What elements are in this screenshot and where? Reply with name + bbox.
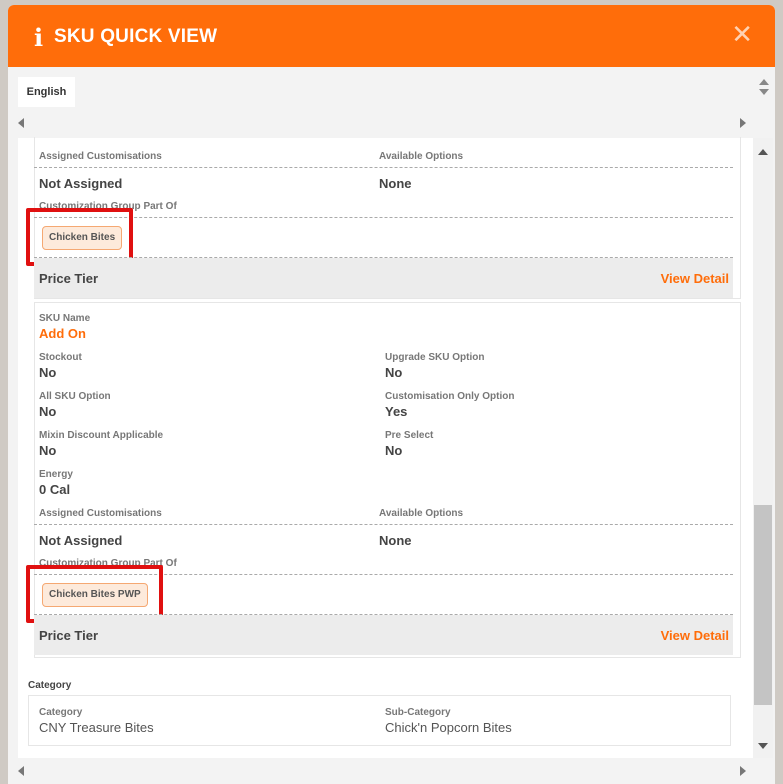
energy-value: 0 Cal: [39, 482, 71, 497]
sub-category-value: Chick'n Popcorn Bites: [385, 720, 512, 735]
available-options-label: Available Options: [379, 508, 464, 519]
pre-select-label: Pre Select: [385, 430, 434, 441]
price-tier-bar: Price Tier View Detail: [34, 615, 733, 655]
scroll-left-icon[interactable]: [18, 118, 24, 128]
assigned-customisations-label: Assigned Customisations: [39, 151, 162, 162]
scroll-right-icon[interactable]: [740, 118, 746, 128]
divider: [34, 167, 733, 168]
horizontal-scrollbar-top[interactable]: [16, 115, 748, 131]
category-label: Category: [39, 707, 83, 718]
all-sku-option-value: No: [39, 404, 57, 419]
horizontal-scrollbar-bottom[interactable]: [16, 763, 748, 779]
vertical-scrollbar[interactable]: [753, 138, 773, 758]
scroll-down-icon[interactable]: [758, 743, 768, 749]
tab-english[interactable]: English: [18, 77, 75, 107]
category-section-label: Category: [28, 680, 72, 691]
sku-name-value: Add On: [39, 326, 86, 341]
close-icon[interactable]: ✕: [731, 20, 753, 50]
available-options-value: None: [379, 533, 412, 548]
category-value: CNY Treasure Bites: [39, 720, 154, 735]
outer-vertical-scrollbar[interactable]: [757, 75, 771, 105]
available-options-label: Available Options: [379, 151, 464, 162]
divider: [34, 524, 733, 525]
view-detail-link[interactable]: View Detail: [661, 271, 729, 286]
scroll-up-icon[interactable]: [758, 149, 768, 155]
upgrade-sku-option-label: Upgrade SKU Option: [385, 352, 485, 363]
assigned-customisations-label: Assigned Customisations: [39, 508, 162, 519]
available-options-value: None: [379, 176, 412, 191]
sub-category-label: Sub-Category: [385, 707, 451, 718]
price-tier-bar: Price Tier View Detail: [34, 258, 733, 298]
mixin-discount-label: Mixin Discount Applicable: [39, 430, 164, 441]
energy-label: Energy: [39, 469, 73, 480]
scroll-right-icon[interactable]: [740, 766, 746, 776]
dialog-title: SKU QUICK VIEW: [54, 26, 218, 47]
stockout-label: Stockout: [39, 352, 82, 363]
sku-quick-view-dialog: i SKU QUICK VIEW ✕ English Assigned Cust…: [8, 5, 775, 784]
scroll-up-icon[interactable]: [759, 79, 769, 85]
assigned-customisations-value: Not Assigned: [39, 533, 123, 548]
customisation-only-option-value: Yes: [385, 404, 408, 419]
dialog-body: English Assigned Customisations Availabl…: [8, 67, 775, 784]
price-tier-label: Price Tier: [39, 271, 99, 286]
sku-name-label: SKU Name: [39, 313, 91, 324]
mixin-discount-value: No: [39, 443, 57, 458]
info-icon: i: [34, 23, 44, 52]
sku-details-panel: Assigned Customisations Available Option…: [18, 137, 753, 758]
customisation-only-option-label: Customisation Only Option: [385, 391, 515, 402]
scroll-down-icon[interactable]: [759, 89, 769, 95]
all-sku-option-label: All SKU Option: [39, 391, 111, 402]
price-tier-label: Price Tier: [39, 628, 99, 643]
divider: [34, 217, 733, 218]
scroll-left-icon[interactable]: [18, 766, 24, 776]
stockout-value: No: [39, 365, 57, 380]
upgrade-sku-option-value: No: [385, 365, 403, 380]
dialog-header: i SKU QUICK VIEW ✕: [8, 5, 775, 67]
assigned-customisations-value: Not Assigned: [39, 176, 123, 191]
pre-select-value: No: [385, 443, 403, 458]
view-detail-link[interactable]: View Detail: [661, 628, 729, 643]
scrollbar-thumb[interactable]: [754, 505, 772, 705]
